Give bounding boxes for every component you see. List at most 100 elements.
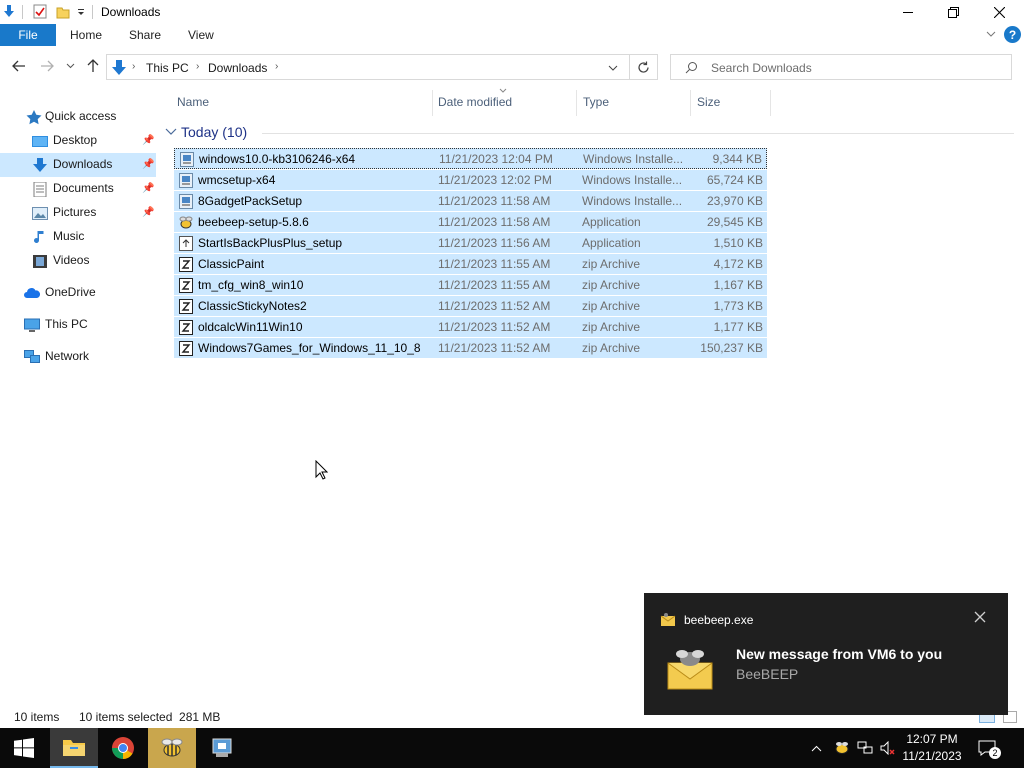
column-divider[interactable] xyxy=(432,90,433,116)
chrome-icon xyxy=(112,737,134,759)
show-hidden-icons-button[interactable] xyxy=(806,728,826,768)
close-icon[interactable] xyxy=(972,609,988,625)
column-divider[interactable] xyxy=(770,90,771,116)
column-header-size[interactable]: Size xyxy=(697,95,720,109)
file-row[interactable]: StartIsBackPlusPlus_setup 11/21/2023 11:5… xyxy=(174,232,767,253)
toast-title: New message from VM6 to you xyxy=(736,646,943,662)
nav-item-onedrive[interactable]: OneDrive xyxy=(0,281,156,305)
file-row[interactable]: ClassicPaint 11/21/2023 11:55 AM zip Archi… xyxy=(174,253,767,274)
breadcrumb-separator-icon[interactable]: › xyxy=(275,61,278,72)
address-bar[interactable]: › This PC › Downloads › xyxy=(106,54,630,80)
search-input[interactable]: Search Downloads xyxy=(711,61,812,75)
videos-icon xyxy=(33,255,47,268)
help-button[interactable]: ? xyxy=(1004,26,1021,43)
status-item-count: 10 items xyxy=(14,710,60,724)
search-box[interactable]: Search Downloads xyxy=(670,54,1012,80)
file-row[interactable]: wmcsetup-x64 11/21/2023 12:02 PM Windows I… xyxy=(174,169,767,190)
nav-label: Quick access xyxy=(45,109,117,123)
column-header-type[interactable]: Type xyxy=(583,95,609,109)
tray-network[interactable] xyxy=(855,728,875,768)
file-name: beebeep-setup-5.8.6 xyxy=(198,215,309,229)
restore-button[interactable] xyxy=(930,0,976,24)
window-title: Downloads xyxy=(101,5,161,19)
properties-icon[interactable] xyxy=(33,4,47,19)
pictures-icon xyxy=(32,207,48,220)
file-date: 11/21/2023 11:52 AM xyxy=(438,341,551,355)
file-row[interactable]: beebeep-setup-5.8.6 11/21/2023 11:58 AM Ap… xyxy=(174,211,767,232)
file-size: 4,172 KB xyxy=(713,257,763,271)
tab-home[interactable]: Home xyxy=(70,28,102,42)
new-folder-icon[interactable] xyxy=(56,4,70,19)
qat-dropdown-icon[interactable] xyxy=(76,4,86,19)
back-button[interactable] xyxy=(9,56,29,76)
file-row[interactable]: ClassicStickyNotes2 11/21/2023 11:52 AM zi… xyxy=(174,295,767,316)
file-row[interactable]: windows10.0-kb3106246-x64 11/21/2023 12:0… xyxy=(174,148,767,169)
nav-label: Desktop xyxy=(53,133,98,147)
nav-item-pictures[interactable]: Pictures 📌 xyxy=(0,201,156,225)
download-arrow-icon[interactable] xyxy=(2,4,16,19)
ribbon-expand-chevron-icon[interactable] xyxy=(986,31,996,39)
tray-volume[interactable] xyxy=(878,728,898,768)
breadcrumb-separator-icon[interactable]: › xyxy=(196,61,199,72)
zip-icon xyxy=(179,299,193,314)
nav-item-videos[interactable]: Videos xyxy=(0,249,156,273)
tab-view[interactable]: View xyxy=(188,28,214,42)
file-date: 11/21/2023 12:04 PM xyxy=(439,152,553,166)
collapse-chevron-icon xyxy=(165,128,177,135)
file-row[interactable]: Windows7Games_for_Windows_11_10_8 11/21/2… xyxy=(174,337,767,358)
file-date: 11/21/2023 11:55 AM xyxy=(438,257,551,271)
file-date: 11/21/2023 11:52 AM xyxy=(438,299,551,313)
file-name: oldcalcWin11Win10 xyxy=(198,320,303,334)
nav-item-documents[interactable]: Documents 📌 xyxy=(0,177,156,201)
bee-icon xyxy=(835,742,849,754)
taskbar-beebeep[interactable] xyxy=(148,728,196,768)
column-header-date[interactable]: Date modified xyxy=(438,95,512,109)
tray-beebeep[interactable] xyxy=(832,728,852,768)
nav-item-this-pc[interactable]: This PC xyxy=(0,313,156,337)
nav-item-network[interactable]: Network xyxy=(0,345,156,369)
column-header-name[interactable]: Name xyxy=(177,95,209,109)
recent-locations-button[interactable] xyxy=(62,56,78,76)
breadcrumb-downloads[interactable]: Downloads xyxy=(208,61,267,75)
taskbar-installer[interactable] xyxy=(198,728,246,768)
file-size: 1,177 KB xyxy=(713,320,763,334)
chevron-down-icon xyxy=(66,63,74,69)
bee-icon xyxy=(161,738,183,757)
file-row[interactable]: tm_cfg_win8_win10 11/21/2023 11:55 AM zip … xyxy=(174,274,767,295)
zip-icon xyxy=(179,278,193,293)
tab-file[interactable]: File xyxy=(0,24,56,46)
forward-button[interactable] xyxy=(37,56,57,76)
nav-item-desktop[interactable]: Desktop 📌 xyxy=(0,129,156,153)
tab-share[interactable]: Share xyxy=(129,28,161,42)
up-button[interactable] xyxy=(83,56,103,76)
file-type: Windows Installe... xyxy=(583,152,684,166)
nav-item-quick-access[interactable]: Quick access xyxy=(0,105,156,129)
refresh-button[interactable] xyxy=(630,54,658,80)
file-type: zip Archive xyxy=(582,299,641,313)
minimize-button[interactable] xyxy=(885,0,931,24)
group-divider xyxy=(262,133,1014,134)
address-history-chevron-icon[interactable] xyxy=(608,65,618,72)
breadcrumb-separator-icon[interactable]: › xyxy=(132,61,135,72)
windows-logo-icon xyxy=(14,738,34,758)
column-divider[interactable] xyxy=(690,90,691,116)
file-name: 8GadgetPackSetup xyxy=(198,194,303,208)
taskbar-file-explorer[interactable] xyxy=(50,728,98,768)
taskbar: 12:07 PM 11/21/2023 2 xyxy=(0,728,1024,768)
file-row[interactable]: 8GadgetPackSetup 11/21/2023 11:58 AM Windo… xyxy=(174,190,767,211)
clock[interactable]: 12:07 PM 11/21/2023 xyxy=(900,731,964,765)
action-center-button[interactable]: 2 xyxy=(972,728,1002,768)
nav-item-music[interactable]: Music xyxy=(0,225,156,249)
file-row[interactable]: oldcalcWin11Win10 11/21/2023 11:52 AM zip … xyxy=(174,316,767,337)
close-button[interactable] xyxy=(976,0,1022,24)
start-button[interactable] xyxy=(0,728,48,768)
column-divider[interactable] xyxy=(576,90,577,116)
pin-icon: 📌 xyxy=(142,207,155,218)
breadcrumb-this-pc[interactable]: This PC xyxy=(146,61,189,75)
cloud-icon xyxy=(24,288,41,298)
beebeep-app-icon xyxy=(179,216,193,229)
minimize-icon xyxy=(903,12,913,13)
nav-item-downloads[interactable]: Downloads 📌 xyxy=(0,153,156,177)
taskbar-chrome[interactable] xyxy=(99,728,147,768)
toast-notification[interactable]: beebeep.exe New message from VM6 to you … xyxy=(644,593,1008,715)
